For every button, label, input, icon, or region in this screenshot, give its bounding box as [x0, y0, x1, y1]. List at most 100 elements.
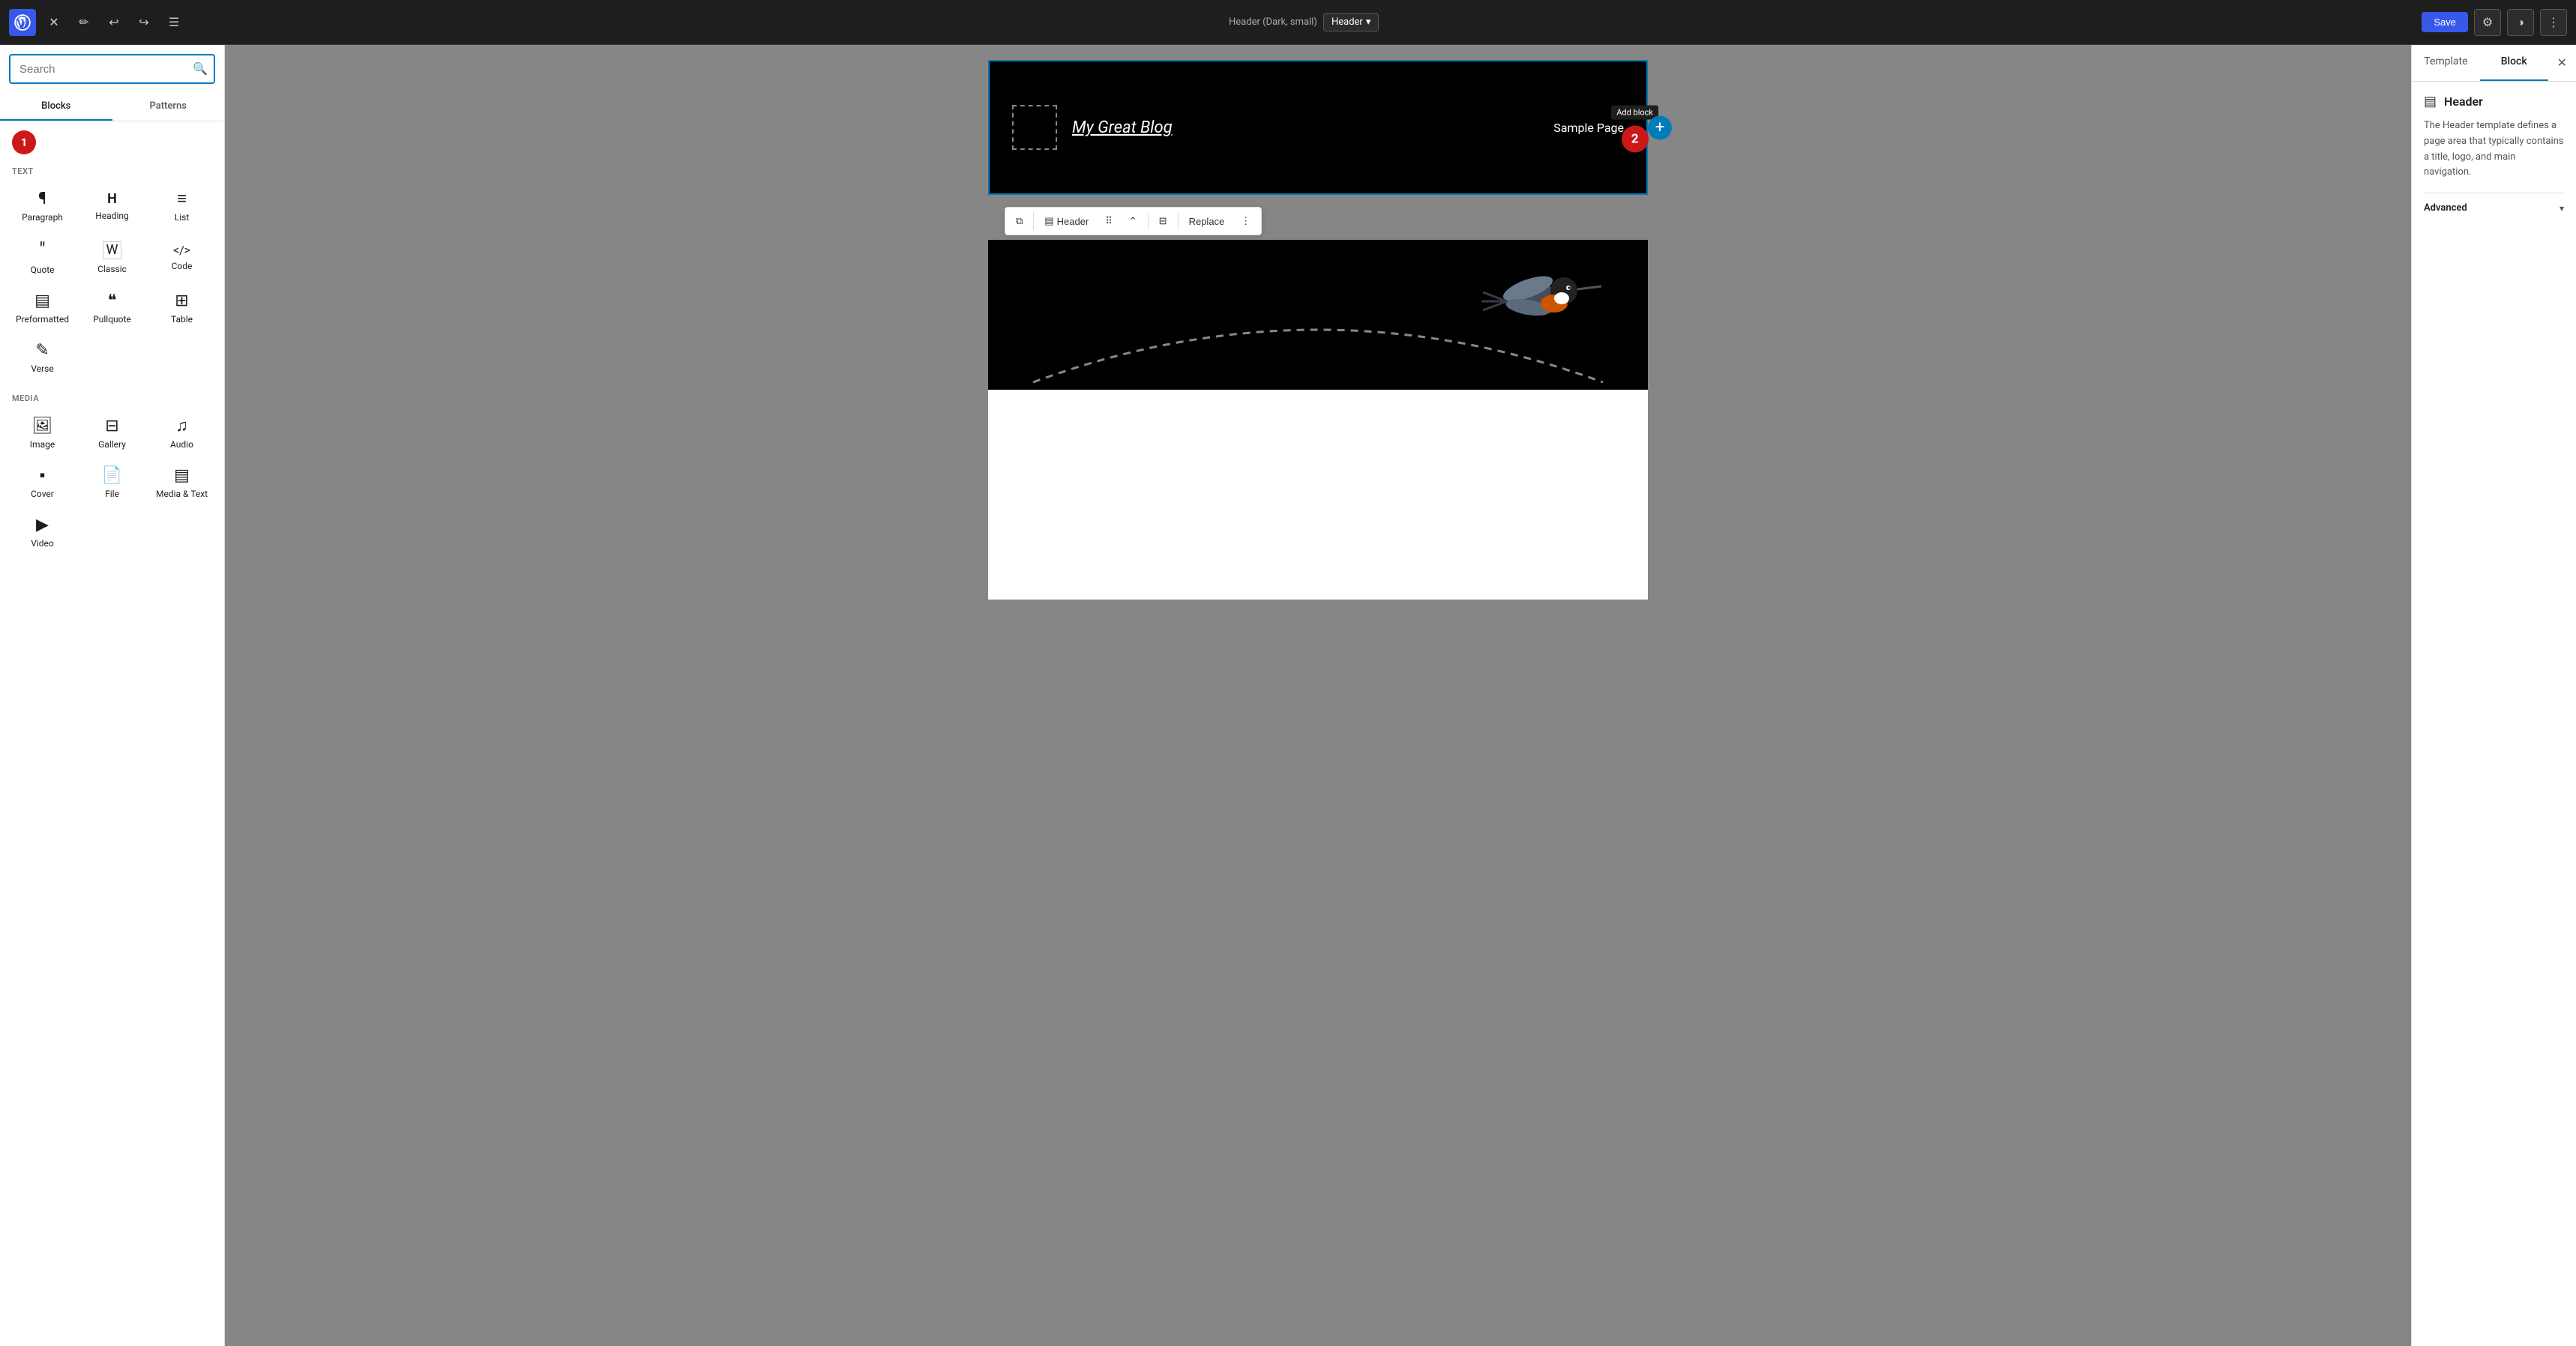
badge-2: 2 — [1622, 126, 1649, 153]
block-type-button[interactable]: ▤ Header — [1037, 211, 1096, 232]
text-section-label: TEXT — [0, 157, 224, 181]
block-item-code[interactable]: </> Code — [148, 233, 215, 283]
block-item-list[interactable]: ≡ List — [148, 184, 215, 230]
settings-button[interactable]: ⚙ — [2474, 9, 2501, 36]
block-item-classic[interactable]: W Classic — [79, 233, 145, 283]
chevron-down-icon: ▾ — [1366, 16, 1371, 28]
media-section-label: MEDIA — [0, 384, 224, 408]
block-item-gallery[interactable]: ⊟ Gallery — [79, 411, 145, 457]
tab-block[interactable]: Block — [2480, 45, 2548, 81]
header-label: Header — [1057, 216, 1089, 227]
block-toolbar: ⧉ ▤ Header ⠿ ⌃ ⊟ Replace ⋮ — [1005, 207, 1262, 235]
block-item-quote[interactable]: " Quote — [9, 233, 76, 283]
blocks-list: 1 TEXT ¶ Paragraph H Heading ≡ List " — [0, 121, 224, 1346]
site-title[interactable]: My Great Blog — [1072, 118, 1173, 137]
panel-close-button[interactable]: ✕ — [2548, 45, 2576, 81]
list-view-button[interactable]: ☰ — [162, 10, 186, 34]
search-input[interactable] — [10, 57, 187, 82]
add-block-button[interactable]: + — [1648, 115, 1672, 139]
main-layout: 🔍 Blocks Patterns 1 TEXT ¶ Paragraph — [0, 45, 2576, 1346]
canvas-frame: My Great Blog Sample Page + Add block 2 … — [988, 60, 1648, 600]
chevron-icon: ▾ — [2560, 203, 2564, 214]
quote-icon: " — [39, 241, 45, 260]
block-item-audio[interactable]: ♫ Audio — [148, 411, 215, 457]
block-item-preformatted[interactable]: ▤ Preformatted — [9, 286, 76, 332]
media-text-icon: ▤ — [174, 468, 190, 484]
toolbar-divider-3 — [1178, 212, 1179, 230]
block-item-paragraph[interactable]: ¶ Paragraph — [9, 184, 76, 230]
topbar-center: Header (Dark, small) Header ▾ — [192, 13, 2416, 31]
panel-header-icon: ▤ — [2424, 94, 2437, 109]
advanced-label: Advanced — [2424, 202, 2467, 214]
table-icon: ⊞ — [175, 293, 188, 310]
panel-block-header: ▤ Header — [2424, 94, 2564, 109]
block-type-icon: ▤ — [1044, 215, 1053, 227]
right-panel: Template Block ✕ ▤ Header The Header tem… — [2411, 45, 2576, 1346]
classic-icon: W — [103, 241, 122, 259]
toolbar-divider-2 — [1148, 212, 1149, 230]
align-button[interactable]: ⊟ — [1152, 211, 1175, 232]
block-item-image[interactable]: 🖼 Image — [9, 411, 76, 457]
tab-template[interactable]: Template — [2412, 45, 2480, 81]
heading-icon: H — [107, 193, 117, 206]
header-block[interactable]: My Great Blog Sample Page + Add block 2 … — [988, 60, 1648, 195]
move-up-down-button[interactable]: ⌃ — [1122, 211, 1145, 232]
image-icon: 🖼 — [32, 418, 53, 435]
page-subtitle: Header (Dark, small) — [1229, 16, 1317, 28]
topbar: ✕ ✏ ↩ ↪ ☰ Header (Dark, small) Header ▾ … — [0, 0, 2576, 45]
media-block-grid: 🖼 Image ⊟ Gallery ♫ Audio ▪ Cover 📄 — [0, 408, 224, 559]
panel-tabs: Template Block ✕ — [2412, 45, 2576, 82]
verse-icon: ✎ — [35, 342, 49, 359]
theme-toggle-button[interactable]: ◑ — [2507, 9, 2534, 36]
sidebar: 🔍 Blocks Patterns 1 TEXT ¶ Paragraph — [0, 45, 225, 1346]
redo-button[interactable]: ↪ — [132, 10, 156, 34]
block-item-table[interactable]: ⊞ Table — [148, 286, 215, 332]
search-box: 🔍 — [0, 45, 224, 93]
content-area — [988, 390, 1648, 600]
logo-placeholder — [1012, 105, 1057, 150]
more-button[interactable]: ⋮ — [2540, 9, 2567, 36]
header-chip[interactable]: Header ▾ — [1323, 13, 1379, 31]
more-options-button[interactable]: ⋮ — [1233, 211, 1258, 232]
audio-icon: ♫ — [175, 418, 188, 435]
block-item-verse[interactable]: ✎ Verse — [9, 335, 76, 381]
list-icon: ≡ — [177, 191, 187, 208]
preformatted-icon: ▤ — [34, 293, 50, 310]
panel-block-title: Header — [2444, 94, 2483, 109]
search-icon[interactable]: 🔍 — [187, 55, 214, 82]
replace-button[interactable]: Replace — [1182, 211, 1233, 232]
wp-logo[interactable] — [9, 9, 36, 36]
add-block-tooltip: Add block — [1611, 106, 1658, 120]
block-item-file[interactable]: 📄 File — [79, 460, 145, 507]
badge-1: 1 — [12, 130, 36, 154]
tab-patterns[interactable]: Patterns — [112, 93, 225, 121]
code-icon: </> — [173, 244, 190, 256]
tab-blocks[interactable]: Blocks — [0, 93, 112, 121]
pullquote-icon: ❝ — [108, 293, 117, 310]
block-item-video[interactable]: ▶ Video — [9, 510, 76, 556]
close-button[interactable]: ✕ — [42, 10, 66, 34]
hero-area — [988, 240, 1648, 390]
sidebar-tabs: Blocks Patterns — [0, 93, 224, 121]
panel-content: ▤ Header The Header template defines a p… — [2412, 82, 2576, 1346]
edit-button[interactable]: ✏ — [72, 10, 96, 34]
header-chip-label: Header — [1331, 16, 1363, 28]
video-icon: ▶ — [36, 517, 49, 534]
canvas-area: My Great Blog Sample Page + Add block 2 … — [225, 45, 2411, 1346]
bird-svg — [1468, 247, 1603, 345]
panel-advanced-header[interactable]: Advanced ▾ — [2424, 193, 2564, 223]
block-item-heading[interactable]: H Heading — [79, 184, 145, 230]
copy-button[interactable]: ⧉ — [1008, 211, 1030, 232]
topbar-right: Save ⚙ ◑ ⋮ — [2422, 9, 2567, 36]
block-item-media-text[interactable]: ▤ Media & Text — [148, 460, 215, 507]
gallery-icon: ⊟ — [105, 418, 118, 435]
block-item-pullquote[interactable]: ❝ Pullquote — [79, 286, 145, 332]
toolbar-divider — [1033, 212, 1034, 230]
save-button[interactable]: Save — [2422, 12, 2468, 32]
drag-handle[interactable]: ⠿ — [1098, 211, 1120, 232]
panel-advanced-section: Advanced ▾ — [2424, 193, 2564, 223]
block-item-cover[interactable]: ▪ Cover — [9, 460, 76, 507]
panel-block-description: The Header template defines a page area … — [2424, 118, 2564, 181]
undo-button[interactable]: ↩ — [102, 10, 126, 34]
paragraph-icon: ¶ — [38, 191, 46, 208]
